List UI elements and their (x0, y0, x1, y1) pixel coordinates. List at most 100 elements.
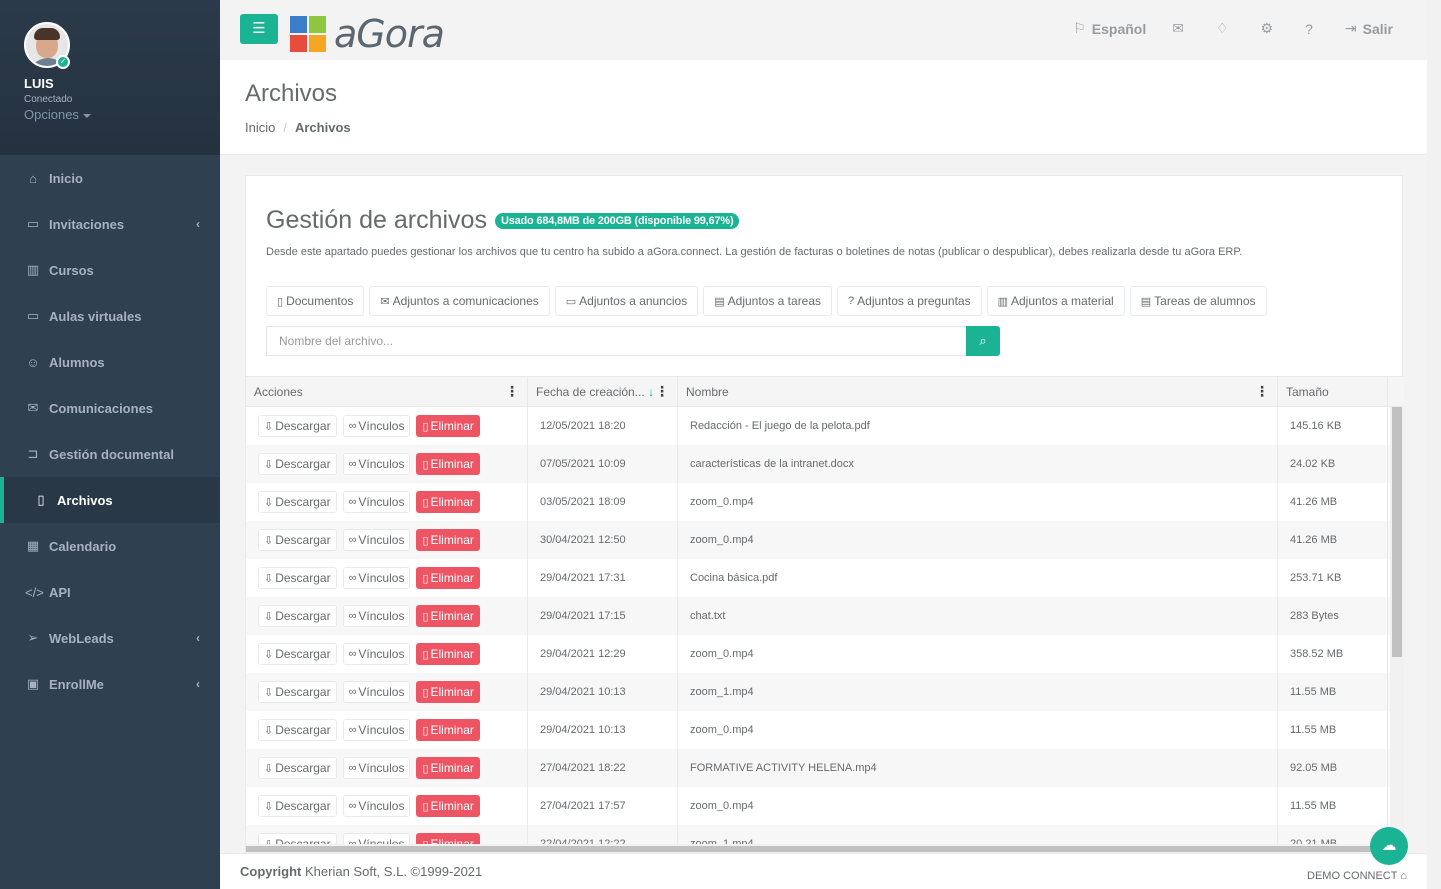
sort-down-icon: ↓ (648, 384, 655, 399)
links-button[interactable]: ∞Vínculos (342, 453, 411, 475)
filter-adjuntos-a-material[interactable]: ▥ Adjuntos a material (986, 286, 1125, 316)
sidebar-item-calendario[interactable]: ▦ Calendario (0, 523, 220, 569)
user-profile: ✓ LUIS Conectado Opciones (0, 0, 220, 155)
date-cell: 29/04/2021 10:13 (528, 711, 678, 749)
sidebar-item-label: Inicio (49, 170, 83, 186)
download-button[interactable]: ⇩Descargar (258, 719, 337, 741)
links-button[interactable]: ∞Vínculos (342, 719, 411, 741)
sidebar-item-label: Invitaciones (49, 216, 125, 232)
download-button[interactable]: ⇩Descargar (258, 757, 337, 779)
delete-button[interactable]: ▯Eliminar (416, 719, 480, 741)
delete-button[interactable]: ▯Eliminar (416, 491, 480, 513)
download-button[interactable]: ⇩Descargar (258, 453, 337, 475)
date-cell: 07/05/2021 10:09 (528, 445, 678, 483)
logo[interactable]: aGora (290, 12, 445, 56)
delete-button[interactable]: ▯Eliminar (416, 643, 480, 665)
folder-icon: ⊐ (27, 446, 39, 461)
delete-button[interactable]: ▯Eliminar (416, 567, 480, 589)
sidebar-item-aulas-virtuales[interactable]: ▭ Aulas virtuales (0, 293, 220, 339)
size-cell: 358.52 MB (1278, 635, 1388, 673)
delete-button[interactable]: ▯Eliminar (416, 529, 480, 551)
download-button[interactable]: ⇩Descargar (258, 643, 337, 665)
download-button[interactable]: ⇩Descargar (258, 491, 337, 513)
download-button[interactable]: ⇩Descargar (258, 605, 337, 627)
filter-adjuntos-a-comunicaciones[interactable]: ✉ Adjuntos a comunicaciones (369, 286, 550, 316)
delete-button[interactable]: ▯Eliminar (416, 681, 480, 703)
chevron-left-icon: ‹ (196, 677, 200, 691)
sidebar-item-webleads[interactable]: ➢ WebLeads ‹ (0, 615, 220, 661)
column-menu-icon[interactable]: ⋮ (505, 383, 519, 400)
links-button[interactable]: ∞Vínculos (342, 643, 411, 665)
links-button[interactable]: ∞Vínculos (342, 567, 411, 589)
search-button[interactable]: ⌕ (966, 326, 1000, 356)
filter-adjuntos-a-anuncios[interactable]: ▭ Adjuntos a anuncios (554, 286, 699, 316)
table-row[interactable]: ⇩ Descargar ∞ Vínculos ▯ Eliminar 27/04/2021 1… (246, 787, 1404, 825)
table-row[interactable]: ⇩ Descargar ∞ Vínculos ▯ Eliminar 29/04/2021 1… (246, 559, 1404, 597)
search-input[interactable] (266, 326, 966, 356)
table-row[interactable]: ⇩ Descargar ∞ Vínculos ▯ Eliminar 29/04/2021 1… (246, 673, 1404, 711)
delete-button[interactable]: ▯Eliminar (416, 757, 480, 779)
sidebar-item-api[interactable]: </> API (0, 569, 220, 615)
books-icon: ▥ (26, 262, 40, 277)
filter-buttons: ▯ Documentos ✉ Adjuntos a comunicaciones ▭ Ad… (266, 286, 1272, 316)
logo-text: aGora (334, 12, 445, 56)
messages-button[interactable]: ✉ (1172, 20, 1190, 37)
table-row[interactable]: ⇩ Descargar ∞ Vínculos ▯ Eliminar 03/05/2021 1… (246, 483, 1404, 521)
date-cell: 29/04/2021 17:31 (528, 559, 678, 597)
table-row[interactable]: ⇩ Descargar ∞ Vínculos ▯ Eliminar 07/05/2021 1… (246, 445, 1404, 483)
filter-tareas-de-alumnos[interactable]: ▤ Tareas de alumnos (1129, 286, 1267, 316)
sidebar-item-invitaciones[interactable]: ▭ Invitaciones ‹ (0, 201, 220, 247)
page-scrollbar[interactable] (1427, 0, 1441, 889)
download-button[interactable]: ⇩Descargar (258, 567, 337, 589)
column-header-date[interactable]: Fecha de creación... ↓ ⋮ (528, 377, 678, 406)
links-button[interactable]: ∞Vínculos (342, 681, 411, 703)
column-header-size[interactable]: Tamaño (1278, 377, 1388, 406)
links-button[interactable]: ∞Vínculos (342, 415, 411, 437)
delete-button[interactable]: ▯Eliminar (416, 605, 480, 627)
options-dropdown[interactable]: Opciones (24, 107, 220, 122)
filter-adjuntos-a-preguntas[interactable]: ? Adjuntos a preguntas (837, 286, 982, 316)
sidebar-item-gestión-documental[interactable]: ⊐ Gestión documental (0, 431, 220, 477)
links-button[interactable]: ∞Vínculos (342, 529, 411, 551)
delete-button[interactable]: ▯Eliminar (416, 415, 480, 437)
table-row[interactable]: ⇩ Descargar ∞ Vínculos ▯ Eliminar 29/04/2021 1… (246, 635, 1404, 673)
links-button[interactable]: ∞Vínculos (342, 605, 411, 627)
chat-button[interactable]: ☁ (1370, 827, 1408, 865)
filter-documentos[interactable]: ▯ Documentos (266, 286, 365, 316)
download-button[interactable]: ⇩Descargar (258, 681, 337, 703)
table-row[interactable]: ⇩ Descargar ∞ Vínculos ▯ Eliminar 12/05/2021 1… (246, 407, 1404, 445)
column-menu-icon[interactable]: ⋮ (1255, 383, 1269, 400)
sidebar-item-enrollme[interactable]: ▣ EnrollMe ‹ (0, 661, 220, 707)
download-button[interactable]: ⇩Descargar (258, 795, 337, 817)
download-button[interactable]: ⇩Descargar (258, 415, 337, 437)
column-header-actions[interactable]: Acciones ⋮ (246, 377, 528, 406)
table-row[interactable]: ⇩ Descargar ∞ Vínculos ▯ Eliminar 29/04/2021 1… (246, 711, 1404, 749)
sidebar-item-cursos[interactable]: ▥ Cursos (0, 247, 220, 293)
links-button[interactable]: ∞Vínculos (342, 491, 411, 513)
sidebar-item-inicio[interactable]: ⌂ Inicio (0, 155, 220, 201)
breadcrumb-home[interactable]: Inicio (245, 120, 275, 135)
vertical-scrollbar[interactable] (1390, 407, 1404, 854)
menu-toggle-button[interactable]: ☰ (240, 14, 278, 44)
sidebar-item-alumnos[interactable]: ☺ Alumnos (0, 339, 220, 385)
logout-button[interactable]: ⇥ Salir (1345, 20, 1393, 37)
filter-adjuntos-a-tareas[interactable]: ▤ Adjuntos a tareas (703, 286, 833, 316)
delete-button[interactable]: ▯Eliminar (416, 795, 480, 817)
notifications-button[interactable]: ♢ (1216, 20, 1235, 37)
column-header-name[interactable]: Nombre ⋮ (678, 377, 1278, 406)
table-row[interactable]: ⇩ Descargar ∞ Vínculos ▯ Eliminar 29/04/2021 1… (246, 597, 1404, 635)
language-selector[interactable]: ⚐ Español (1073, 20, 1146, 37)
table-row[interactable]: ⇩ Descargar ∞ Vínculos ▯ Eliminar 27/04/2021 1… (246, 749, 1404, 787)
sidebar-item-comunicaciones[interactable]: ✉ Comunicaciones (0, 385, 220, 431)
delete-button[interactable]: ▯Eliminar (416, 453, 480, 475)
sidebar-item-archivos[interactable]: ▯ Archivos (0, 477, 220, 523)
panel-title: Gestión de archivos Usado 684,8MB de 200G… (266, 206, 740, 235)
settings-button[interactable]: ⚙ (1261, 20, 1280, 37)
table-row[interactable]: ⇩ Descargar ∞ Vínculos ▯ Eliminar 30/04/2021 1… (246, 521, 1404, 559)
links-button[interactable]: ∞Vínculos (342, 795, 411, 817)
column-menu-icon[interactable]: ⋮ (655, 383, 669, 400)
links-button[interactable]: ∞Vínculos (342, 757, 411, 779)
search-bar: ⌕ (266, 326, 1000, 356)
help-button[interactable]: ? (1305, 21, 1319, 37)
download-button[interactable]: ⇩Descargar (258, 529, 337, 551)
